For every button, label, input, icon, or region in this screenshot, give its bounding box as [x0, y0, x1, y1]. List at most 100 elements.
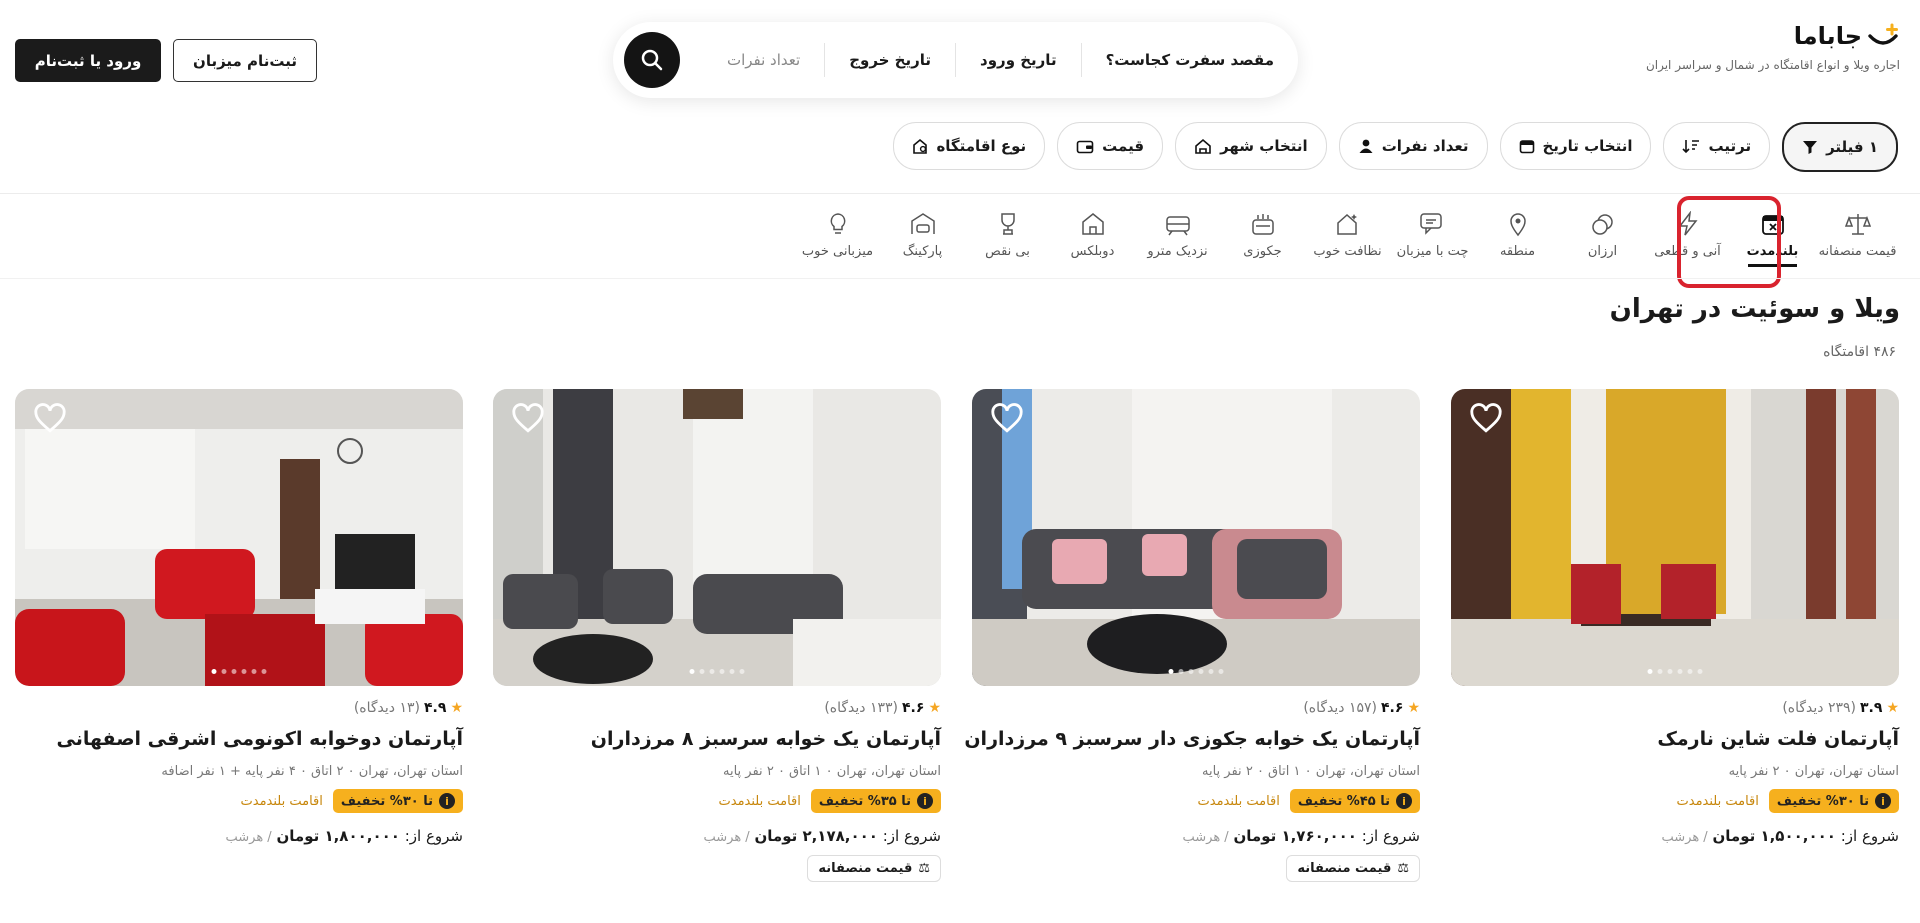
favorite-heart-icon[interactable]: [511, 401, 545, 435]
listing-location: استان تهران، تهران ۰ ۱ اتاق ۰ ۲ نفر پایه: [1202, 764, 1420, 779]
scale-icon: ⚖: [918, 861, 930, 876]
logo-name: جاباما: [1793, 22, 1862, 50]
filter-chip-filters[interactable]: ۱ فیلتر: [1782, 122, 1898, 172]
divider: [0, 193, 1920, 194]
carousel-dots[interactable]: [211, 669, 267, 674]
rating-score: ۴.۹: [424, 700, 447, 716]
carousel-dots[interactable]: [1647, 669, 1703, 674]
category-label: دوبلکس: [1070, 244, 1115, 259]
long-stay-label: اقامت بلندمدت: [1197, 793, 1280, 809]
coin-icon: [1591, 214, 1613, 235]
category-flawless[interactable]: بی نقص: [965, 210, 1050, 259]
listing-card[interactable]: ★ ۳.۹ (۲۳۹ دیدگاه) آپارتمان فلت شاین نار…: [1451, 389, 1899, 845]
chat-icon: [1419, 213, 1442, 235]
filter-chip-sort[interactable]: ترتیب: [1663, 122, 1771, 170]
discount-badge: i تا ۳۰% تخفیف: [332, 789, 463, 813]
listing-title[interactable]: آپارتمان فلت شاین نارمک: [1451, 728, 1899, 750]
category-chat[interactable]: چت با میزبان: [1390, 210, 1475, 259]
destination-field[interactable]: مقصد سفرت کجاست؟: [1082, 51, 1298, 69]
category-cheap[interactable]: ارزان: [1560, 210, 1645, 259]
discount-badge: i تا ۳۰% تخفیف: [1768, 789, 1899, 813]
review-count: (۱۵۷ دیدگاه): [1303, 700, 1378, 716]
divider: [0, 278, 1920, 279]
category-metro[interactable]: نزدیک مترو: [1135, 210, 1220, 259]
listing-title[interactable]: آپارتمان یک خوابه سرسبز ۸ مرزداران: [493, 728, 941, 750]
listing-photo[interactable]: [15, 389, 463, 686]
calendar-icon: [1519, 140, 1534, 154]
result-count: ۴۸۶ اقامتگاه: [1823, 344, 1896, 360]
page-title: ویلا و سوئیت در تهران: [1609, 294, 1900, 324]
duplex-icon: [1081, 213, 1104, 235]
trophy-icon: [1000, 213, 1015, 235]
favorite-heart-icon[interactable]: [1469, 401, 1503, 435]
listing-card[interactable]: ★ ۴.۶ (۱۳۳ دیدگاه) آپارتمان یک خوابه سرس…: [493, 389, 941, 882]
guests-field[interactable]: تعداد نفرات: [703, 51, 824, 69]
listing-price: شروع از: ۱,۵۰۰,۰۰۰ تومان / هرشب: [1661, 827, 1899, 845]
filter-chip-price[interactable]: قیمت: [1057, 122, 1164, 170]
listing-card[interactable]: ★ ۴.۶ (۱۵۷ دیدگاه) آپارتمان یک خوابه جکو…: [964, 389, 1420, 882]
rating-row: ★ ۴.۶ (۱۳۳ دیدگاه): [493, 700, 941, 716]
sparkle-home-icon: [1336, 213, 1357, 235]
category-parking[interactable]: پارکینگ: [880, 210, 965, 259]
listing-title[interactable]: آپارتمان دوخوابه اکونومی اشرقی اصفهانی: [15, 728, 463, 750]
listing-price: شروع از: ۱,۸۰۰,۰۰۰ تومان / هرشب: [225, 827, 463, 845]
favorite-heart-icon[interactable]: [33, 401, 67, 435]
fair-price-tag: ⚖ قیمت منصفانه: [1286, 855, 1420, 882]
filter-chip-date[interactable]: انتخاب تاریخ: [1499, 122, 1652, 170]
site-logo[interactable]: جاباما اجاره ویلا و انواع اقامتگاه در شم…: [1580, 22, 1900, 72]
highlight-annotation: [1677, 196, 1781, 288]
carousel-dots[interactable]: [689, 669, 745, 674]
info-icon: i: [1396, 793, 1412, 809]
category-label: ارزان: [1587, 244, 1618, 259]
rating-row: ★ ۴.۶ (۱۵۷ دیدگاه): [972, 700, 1420, 716]
category-label: جکوزی: [1243, 244, 1282, 259]
filter-chip-type[interactable]: نوع اقامتگاه: [893, 122, 1046, 170]
category-label: نظافت خوب: [1313, 244, 1382, 259]
category-label: قیمت منصفانه: [1818, 244, 1897, 259]
info-icon: i: [1875, 793, 1891, 809]
login-button[interactable]: ورود یا ثبت‌نام: [15, 39, 161, 82]
rating-score: ۴.۶: [902, 700, 925, 716]
category-fair-price[interactable]: قیمت منصفانه: [1815, 210, 1900, 259]
rating-row: ★ ۳.۹ (۲۳۹ دیدگاه): [1451, 700, 1899, 716]
sort-icon: [1682, 140, 1700, 154]
info-icon: i: [917, 793, 933, 809]
chip-label: ۱ فیلتر: [1826, 138, 1878, 156]
discount-badge: i تا ۴۵% تخفیف: [1289, 789, 1420, 813]
category-jacuzzi[interactable]: جکوزی: [1220, 210, 1305, 259]
search-bar[interactable]: مقصد سفرت کجاست؟ تاریخ ورود تاریخ خروج ت…: [613, 22, 1298, 98]
listing-photo[interactable]: [972, 389, 1420, 686]
filter-chip-guests[interactable]: تعداد نفرات: [1338, 122, 1488, 170]
category-label: منطقه: [1499, 244, 1536, 259]
bulb-icon: [830, 213, 845, 234]
garage-icon: [910, 213, 935, 234]
host-signup-button[interactable]: ثبت‌نام میزبان: [173, 39, 317, 82]
wallet-icon: [1076, 140, 1094, 154]
review-count: (۱۳ دیدگاه): [353, 700, 421, 716]
category-region[interactable]: منطقه: [1475, 210, 1560, 259]
category-duplex[interactable]: دوبلکس: [1050, 210, 1135, 259]
review-count: (۲۳۹ دیدگاه): [1782, 700, 1857, 716]
category-label: بی نقص: [985, 244, 1030, 259]
listing-photo[interactable]: [493, 389, 941, 686]
checkin-field[interactable]: تاریخ ورود: [956, 51, 1081, 69]
carousel-dots[interactable]: [1168, 669, 1224, 674]
star-icon: ★: [928, 700, 941, 716]
search-button[interactable]: [624, 32, 680, 88]
filter-chip-city[interactable]: انتخاب شهر: [1175, 122, 1327, 170]
favorite-heart-icon[interactable]: [990, 401, 1024, 435]
category-clean[interactable]: نظافت خوب: [1305, 210, 1390, 259]
star-icon: ★: [1886, 700, 1899, 716]
listing-title[interactable]: آپارتمان یک خوابه جکوزی دار سرسبز ۹ مرزد…: [964, 728, 1420, 750]
category-good-host[interactable]: میزبانی خوب: [795, 210, 880, 259]
listing-card[interactable]: ★ ۴.۹ (۱۳ دیدگاه) آپارتمان دوخوابه اکونو…: [15, 389, 463, 845]
discount-badge: i تا ۳۵% تخفیف: [810, 789, 941, 813]
rating-score: ۳.۹: [1860, 700, 1883, 716]
checkout-field[interactable]: تاریخ خروج: [825, 51, 955, 69]
listing-photo[interactable]: [1451, 389, 1899, 686]
listing-price: شروع از: ۲,۱۷۸,۰۰۰ تومان / هرشب: [703, 827, 941, 845]
chip-label: نوع اقامتگاه: [936, 137, 1027, 155]
chip-label: ترتیب: [1708, 137, 1752, 155]
logo-smile-icon: [1866, 22, 1900, 50]
filter-bar: ۱ فیلتر ترتیب انتخاب تاریخ تعداد نفرات ا…: [893, 122, 1898, 172]
